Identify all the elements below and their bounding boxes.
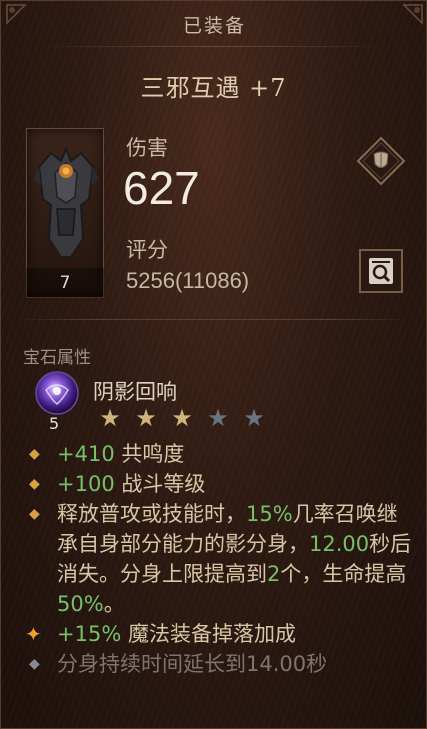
- property-text: 魔法装备掉落加成: [121, 622, 296, 646]
- property-value: 15%: [246, 502, 293, 526]
- score-label: 评分: [126, 238, 168, 262]
- damage-value: 627: [123, 162, 200, 214]
- star-filled-icon: ★: [171, 404, 193, 432]
- section-divider: [16, 319, 411, 320]
- item-tooltip-panel: 已装备 三邪互遇 +7 7 伤害 627 评分 5256(11086) 宝石属性…: [0, 0, 427, 729]
- property-value: 12.00: [309, 532, 370, 556]
- item-name: 三邪互遇 +7: [140, 74, 287, 102]
- diamond-bullet-icon: ◆: [29, 446, 40, 462]
- property-text: 。: [103, 592, 125, 616]
- property-list: ◆ +410 共鸣度 ◆ +100 战斗等级 ◆ 释放普攻或技能时，15%几率召唤继承自身…: [23, 439, 418, 679]
- corner-ornament-icon: [402, 4, 423, 25]
- header-divider: [41, 46, 388, 47]
- property-text: 战斗等级: [114, 472, 206, 496]
- star-empty-icon: ★: [207, 404, 229, 432]
- gem-section-title: 宝石属性: [23, 348, 91, 368]
- diamond-bullet-icon: ✦: [25, 622, 42, 646]
- star-filled-icon: ★: [135, 404, 157, 432]
- property-value: +15%: [57, 622, 122, 646]
- property-value: +100: [57, 472, 115, 496]
- property-value: 50%: [57, 592, 104, 616]
- diamond-bullet-icon: ◆: [29, 506, 40, 522]
- property-line: ◆ 分身持续时间延长到14.00秒: [23, 649, 418, 679]
- property-text: 释放普攻或技能时，: [57, 502, 246, 526]
- diamond-bullet-icon: ◆: [29, 476, 40, 492]
- property-line: ✦ +15% 魔法装备掉落加成: [23, 619, 418, 649]
- property-line: ◆ +410 共鸣度: [23, 439, 418, 469]
- property-line: ◆ +100 战斗等级: [23, 469, 418, 499]
- star-empty-icon: ★: [243, 404, 265, 432]
- damage-label: 伤害: [126, 136, 168, 160]
- property-text: 分身持续时间延长到14.00秒: [57, 652, 328, 676]
- item-level: 7: [26, 268, 104, 298]
- shadow-echo-gem-icon[interactable]: [34, 370, 80, 416]
- property-value: 2: [267, 562, 281, 586]
- compare-button[interactable]: [356, 136, 406, 186]
- property-text: 共鸣度: [114, 442, 185, 466]
- property-value: +410: [57, 442, 115, 466]
- tooltip-header: 已装备: [1, 1, 426, 51]
- inspect-button[interactable]: [359, 249, 403, 293]
- diamond-bullet-icon: ◆: [29, 656, 40, 672]
- magnifier-icon: [369, 258, 393, 284]
- star-filled-icon: ★: [99, 404, 121, 432]
- shield-diamond-icon: [356, 136, 406, 186]
- property-line: ◆ 释放普攻或技能时，15%几率召唤继承自身部分能力的影分身，12.00秒后消失。…: [23, 499, 418, 619]
- equipped-title: 已装备: [182, 15, 246, 37]
- score-value: 5256(11086): [126, 268, 250, 293]
- gem-star-rating: ★ ★ ★ ★ ★: [96, 406, 268, 430]
- gem-rank: 5: [49, 414, 60, 433]
- armor-chestplate-icon: [33, 146, 99, 258]
- property-text: 个，生命提高: [280, 562, 407, 586]
- gem-name: 阴影回响: [93, 380, 177, 404]
